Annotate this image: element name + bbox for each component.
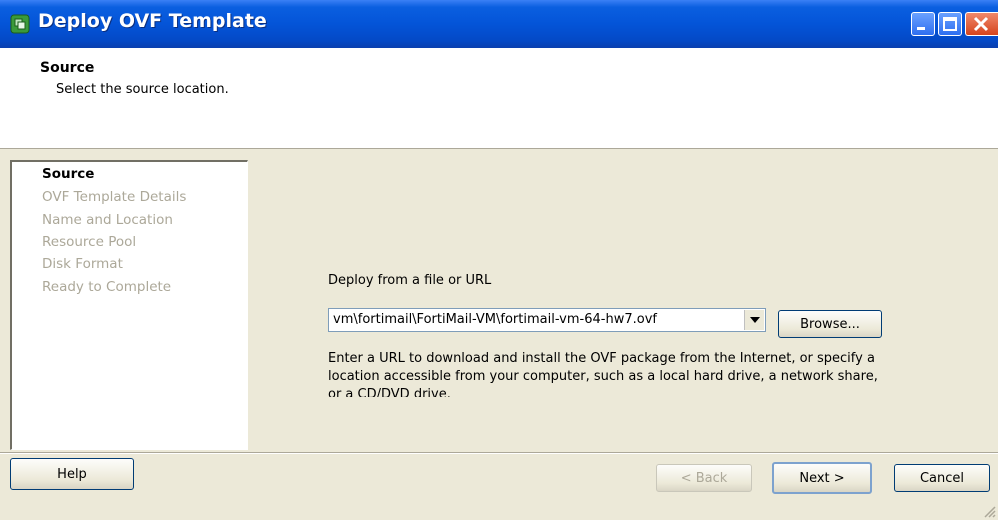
minimize-button[interactable]	[911, 12, 935, 36]
footer-divider	[0, 452, 998, 454]
browse-button[interactable]: Browse...	[778, 310, 882, 338]
wizard-header: Source Select the source location.	[0, 48, 998, 149]
deploy-source-label: Deploy from a file or URL	[328, 273, 492, 288]
minimize-icon	[917, 27, 925, 30]
next-button[interactable]: Next >	[772, 462, 872, 494]
source-location-combobox[interactable]: vm\fortimail\FortiMail-VM\fortimail-vm-6…	[328, 308, 766, 332]
source-help-text: Enter a URL to download and install the …	[328, 351, 878, 397]
source-location-input[interactable]: vm\fortimail\FortiMail-VM\fortimail-vm-6…	[333, 312, 657, 327]
title-bar[interactable]: Deploy OVF Template	[0, 0, 998, 48]
step-subtitle: Select the source location.	[56, 82, 229, 97]
step-source[interactable]: Source	[42, 166, 94, 182]
back-button[interactable]: < Back	[656, 464, 752, 492]
chevron-down-icon	[749, 317, 760, 323]
resize-grip-icon[interactable]	[982, 504, 996, 518]
step-title: Source	[40, 60, 95, 76]
step-ovf-template-details: OVF Template Details	[42, 189, 187, 205]
help-button[interactable]: Help	[10, 458, 134, 490]
vsphere-deploy-icon	[10, 14, 30, 34]
step-ready-to-complete: Ready to Complete	[42, 279, 172, 295]
window-title: Deploy OVF Template	[38, 10, 267, 32]
deploy-ovf-window: Deploy OVF Template Source Select the so…	[0, 0, 998, 520]
wizard-steps-panel: Source OVF Template Details Name and Loc…	[10, 160, 248, 450]
cancel-button[interactable]: Cancel	[894, 464, 990, 492]
maximize-icon	[943, 17, 957, 31]
step-name-and-location: Name and Location	[42, 212, 173, 228]
maximize-button[interactable]	[938, 12, 962, 36]
close-button[interactable]	[965, 12, 998, 36]
step-resource-pool: Resource Pool	[42, 234, 137, 250]
close-icon	[973, 16, 989, 32]
source-dropdown-button[interactable]	[744, 310, 764, 330]
step-disk-format: Disk Format	[42, 256, 123, 272]
